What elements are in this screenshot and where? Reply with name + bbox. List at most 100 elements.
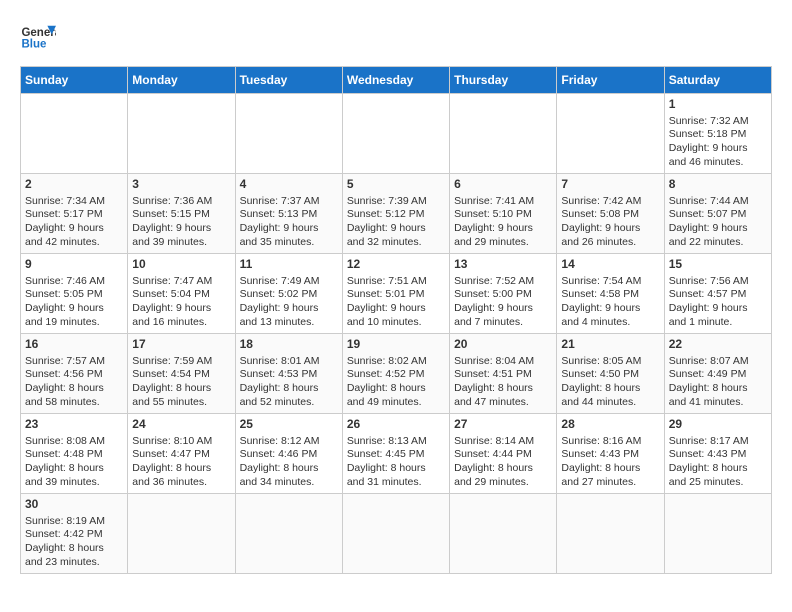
day-info: Sunrise: 8:01 AM: [240, 355, 338, 369]
weekday-header-tuesday: Tuesday: [235, 67, 342, 94]
day-number: 21: [561, 337, 659, 353]
day-info: Sunrise: 8:16 AM: [561, 435, 659, 449]
day-info: Sunrise: 7:39 AM: [347, 195, 445, 209]
day-info: Sunset: 4:43 PM: [669, 448, 767, 462]
day-info: Sunrise: 8:08 AM: [25, 435, 123, 449]
calendar-cell: [557, 494, 664, 574]
day-info: Sunset: 4:44 PM: [454, 448, 552, 462]
day-info: Sunset: 5:12 PM: [347, 208, 445, 222]
day-info: Sunrise: 8:12 AM: [240, 435, 338, 449]
calendar-cell: [21, 94, 128, 174]
day-info: Sunset: 5:01 PM: [347, 288, 445, 302]
weekday-header-wednesday: Wednesday: [342, 67, 449, 94]
day-info: Daylight: 8 hours and 55 minutes.: [132, 382, 230, 409]
weekday-header-sunday: Sunday: [21, 67, 128, 94]
week-row-1: 1Sunrise: 7:32 AMSunset: 5:18 PMDaylight…: [21, 94, 772, 174]
week-row-4: 16Sunrise: 7:57 AMSunset: 4:56 PMDayligh…: [21, 334, 772, 414]
calendar-table: SundayMondayTuesdayWednesdayThursdayFrid…: [20, 66, 772, 574]
calendar-cell: [342, 94, 449, 174]
day-number: 7: [561, 177, 659, 193]
day-info: Daylight: 9 hours and 22 minutes.: [669, 222, 767, 249]
day-info: Sunrise: 8:14 AM: [454, 435, 552, 449]
day-info: Sunset: 4:43 PM: [561, 448, 659, 462]
day-info: Sunrise: 7:46 AM: [25, 275, 123, 289]
day-info: Daylight: 8 hours and 47 minutes.: [454, 382, 552, 409]
calendar-cell: [235, 494, 342, 574]
day-info: Sunset: 4:58 PM: [561, 288, 659, 302]
day-info: Sunrise: 7:44 AM: [669, 195, 767, 209]
calendar-cell: 1Sunrise: 7:32 AMSunset: 5:18 PMDaylight…: [664, 94, 771, 174]
day-info: Sunset: 4:54 PM: [132, 368, 230, 382]
day-number: 4: [240, 177, 338, 193]
weekday-header-thursday: Thursday: [450, 67, 557, 94]
day-info: Sunrise: 7:49 AM: [240, 275, 338, 289]
day-info: Sunrise: 7:34 AM: [25, 195, 123, 209]
calendar-cell: 19Sunrise: 8:02 AMSunset: 4:52 PMDayligh…: [342, 334, 449, 414]
day-number: 15: [669, 257, 767, 273]
day-info: Daylight: 8 hours and 34 minutes.: [240, 462, 338, 489]
day-info: Sunset: 5:02 PM: [240, 288, 338, 302]
day-info: Sunrise: 8:07 AM: [669, 355, 767, 369]
day-number: 14: [561, 257, 659, 273]
day-info: Daylight: 8 hours and 39 minutes.: [25, 462, 123, 489]
day-info: Sunset: 4:52 PM: [347, 368, 445, 382]
day-info: Sunrise: 7:36 AM: [132, 195, 230, 209]
day-info: Sunrise: 7:56 AM: [669, 275, 767, 289]
day-info: Sunset: 4:56 PM: [25, 368, 123, 382]
weekday-header-monday: Monday: [128, 67, 235, 94]
calendar-cell: [450, 494, 557, 574]
calendar-cell: 11Sunrise: 7:49 AMSunset: 5:02 PMDayligh…: [235, 254, 342, 334]
day-info: Sunrise: 7:57 AM: [25, 355, 123, 369]
calendar-cell: 15Sunrise: 7:56 AMSunset: 4:57 PMDayligh…: [664, 254, 771, 334]
day-info: Sunrise: 8:19 AM: [25, 515, 123, 529]
day-info: Daylight: 8 hours and 41 minutes.: [669, 382, 767, 409]
day-number: 23: [25, 417, 123, 433]
calendar-cell: 26Sunrise: 8:13 AMSunset: 4:45 PMDayligh…: [342, 414, 449, 494]
day-number: 5: [347, 177, 445, 193]
day-number: 22: [669, 337, 767, 353]
day-info: Daylight: 8 hours and 58 minutes.: [25, 382, 123, 409]
week-row-2: 2Sunrise: 7:34 AMSunset: 5:17 PMDaylight…: [21, 174, 772, 254]
day-info: Daylight: 9 hours and 35 minutes.: [240, 222, 338, 249]
day-info: Sunrise: 7:51 AM: [347, 275, 445, 289]
day-number: 20: [454, 337, 552, 353]
day-info: Sunrise: 7:32 AM: [669, 115, 767, 129]
day-number: 12: [347, 257, 445, 273]
day-info: Daylight: 9 hours and 16 minutes.: [132, 302, 230, 329]
day-info: Sunset: 4:53 PM: [240, 368, 338, 382]
day-number: 28: [561, 417, 659, 433]
day-info: Daylight: 8 hours and 44 minutes.: [561, 382, 659, 409]
day-number: 3: [132, 177, 230, 193]
calendar-cell: 29Sunrise: 8:17 AMSunset: 4:43 PMDayligh…: [664, 414, 771, 494]
calendar-cell: 2Sunrise: 7:34 AMSunset: 5:17 PMDaylight…: [21, 174, 128, 254]
header: General Blue: [20, 20, 772, 56]
calendar-cell: [557, 94, 664, 174]
day-info: Daylight: 9 hours and 32 minutes.: [347, 222, 445, 249]
day-info: Sunset: 5:00 PM: [454, 288, 552, 302]
weekday-header-row: SundayMondayTuesdayWednesdayThursdayFrid…: [21, 67, 772, 94]
day-info: Sunrise: 7:41 AM: [454, 195, 552, 209]
calendar-cell: [128, 494, 235, 574]
day-info: Sunset: 5:05 PM: [25, 288, 123, 302]
calendar-cell: 20 Sunrise: 8:04 AMSunset: 4:51 PMDayligh…: [450, 334, 557, 414]
day-number: 18: [240, 337, 338, 353]
day-info: Sunrise: 7:37 AM: [240, 195, 338, 209]
calendar-cell: 18Sunrise: 8:01 AMSunset: 4:53 PMDayligh…: [235, 334, 342, 414]
day-info: Daylight: 9 hours and 39 minutes.: [132, 222, 230, 249]
day-info: Sunset: 4:57 PM: [669, 288, 767, 302]
day-number: 6: [454, 177, 552, 193]
day-info: Sunrise: 8:17 AM: [669, 435, 767, 449]
day-info: Daylight: 8 hours and 31 minutes.: [347, 462, 445, 489]
calendar-cell: [342, 494, 449, 574]
day-info: Sunrise: 8:10 AM: [132, 435, 230, 449]
day-info: Sunset: 5:15 PM: [132, 208, 230, 222]
day-info: Sunrise: 7:59 AM: [132, 355, 230, 369]
weekday-header-saturday: Saturday: [664, 67, 771, 94]
day-info: Sunrise: 8:04 AM: [454, 355, 552, 369]
day-number: 17: [132, 337, 230, 353]
calendar-cell: [128, 94, 235, 174]
day-info: Sunset: 4:46 PM: [240, 448, 338, 462]
day-info: Sunset: 5:17 PM: [25, 208, 123, 222]
day-info: Daylight: 9 hours and 29 minutes.: [454, 222, 552, 249]
day-info: Sunset: 4:51 PM: [454, 368, 552, 382]
